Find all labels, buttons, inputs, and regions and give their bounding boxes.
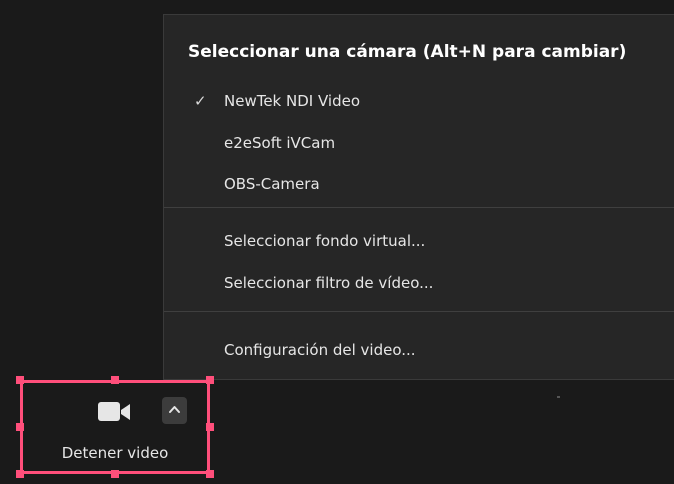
highlight-handle (111, 470, 119, 478)
highlight-handle (206, 470, 214, 478)
highlight-handle (16, 423, 24, 431)
highlight-handle (16, 470, 24, 478)
video-filter-option[interactable]: Seleccionar filtro de vídeo... (224, 270, 433, 296)
video-camera-icon (98, 402, 130, 421)
camera-option-obs[interactable]: OBS-Camera (224, 171, 320, 197)
menu-title: Seleccionar una cámara (Alt+N para cambi… (188, 42, 627, 62)
stop-video-label: Detener video (61, 444, 169, 462)
video-options-caret-button[interactable] (162, 397, 187, 424)
checkmark-icon: ✓ (194, 92, 207, 110)
stop-video-button[interactable]: Detener video (20, 380, 210, 474)
chevron-up-icon (169, 406, 180, 413)
highlight-handle (16, 376, 24, 384)
camera-dropdown-menu: Seleccionar una cámara (Alt+N para cambi… (163, 14, 674, 380)
camera-option-newtek[interactable]: NewTek NDI Video (224, 88, 360, 114)
highlight-handle (206, 423, 214, 431)
menu-divider (164, 311, 674, 312)
menu-divider (164, 207, 674, 208)
virtual-background-option[interactable]: Seleccionar fondo virtual... (224, 228, 425, 254)
video-settings-option[interactable]: Configuración del video... (224, 337, 416, 363)
decorative-dot (557, 396, 560, 398)
camera-option-ivcam[interactable]: e2eSoft iVCam (224, 130, 335, 156)
highlight-handle (206, 376, 214, 384)
highlight-handle (111, 376, 119, 384)
